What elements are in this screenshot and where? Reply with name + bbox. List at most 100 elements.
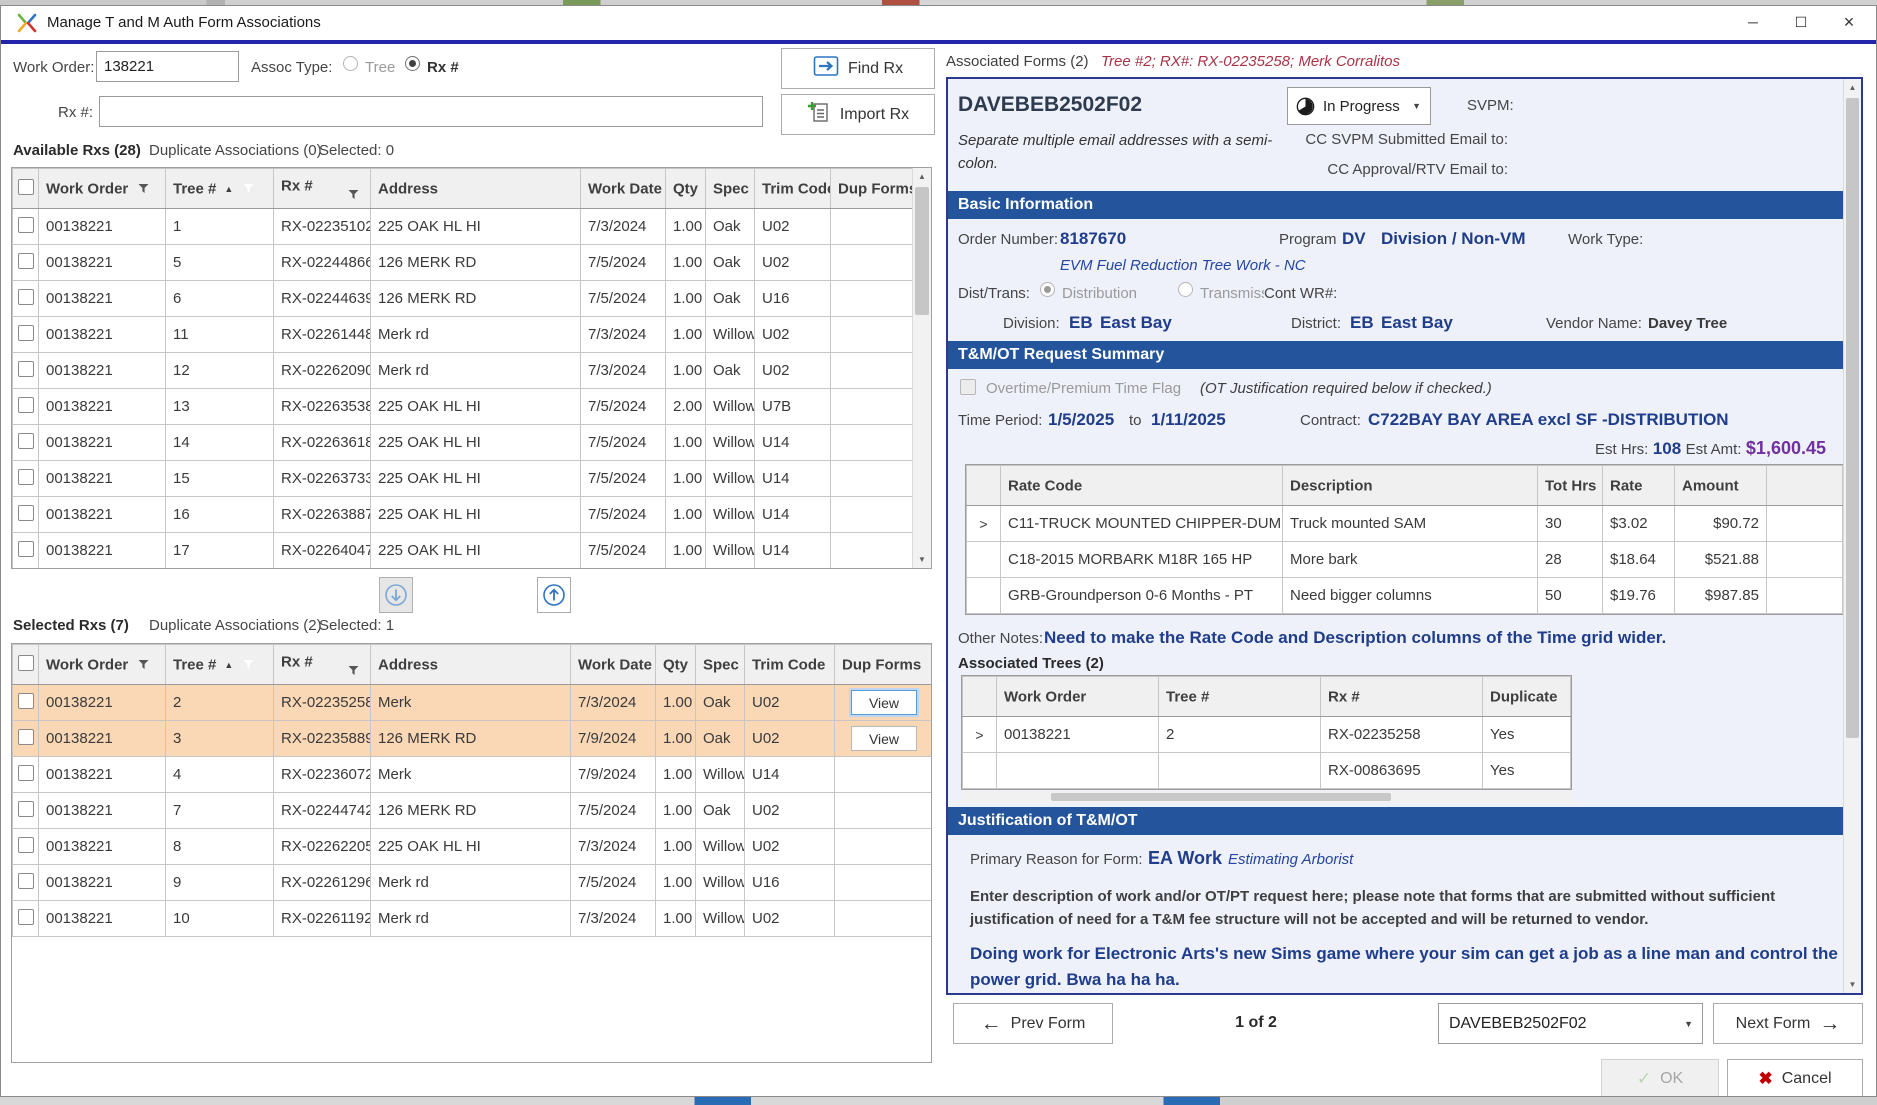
row-checkbox[interactable] (18, 873, 34, 889)
basic-information-header: Basic Information (948, 191, 1844, 219)
table-row[interactable]: 0013822116RX-02263887225 OAK HL HI7/5/20… (13, 497, 916, 533)
ok-button[interactable]: ✓ OK (1601, 1059, 1719, 1097)
table-row[interactable]: GRB-Groundperson 0-6 Months - PTNeed big… (967, 578, 1843, 614)
status-dropdown[interactable]: In Progress ▼ (1287, 87, 1431, 125)
row-checkbox[interactable] (18, 217, 34, 233)
cancel-button[interactable]: ✖ Cancel (1727, 1059, 1863, 1097)
row-checkbox[interactable] (18, 765, 34, 781)
scroll-up-icon[interactable]: ▲ (1844, 79, 1861, 96)
table-row[interactable]: 001382219RX-02261296Merk rd7/5/20241.00W… (13, 865, 933, 901)
trees-horizontal-scrollbar[interactable] (961, 791, 1571, 803)
rx-number-input[interactable] (99, 96, 763, 127)
column-header-tree-[interactable]: Tree #▲ (166, 645, 274, 685)
row-checkbox[interactable] (18, 397, 34, 413)
scrollbar-thumb[interactable] (1846, 98, 1859, 738)
close-button[interactable]: × (1826, 6, 1872, 39)
work-order-input[interactable] (96, 51, 239, 82)
available-scrollbar[interactable]: ▲ ▼ (912, 168, 931, 568)
cell: 10 (166, 901, 274, 937)
form-select-dropdown[interactable]: DAVEBEB2502F02 ▼ (1438, 1003, 1703, 1044)
table-row[interactable]: 001382215RX-02244866126 MERK RD7/5/20241… (13, 245, 916, 281)
scroll-up-icon[interactable]: ▲ (913, 168, 931, 185)
move-up-button[interactable] (537, 577, 571, 613)
row-checkbox[interactable] (18, 505, 34, 521)
panel-scrollbar[interactable]: ▲ ▼ (1843, 79, 1861, 993)
prev-form-button[interactable]: ← Prev Form (953, 1003, 1113, 1044)
row-checkbox[interactable] (18, 433, 34, 449)
column-header-rate-code: Rate Code (1001, 466, 1283, 506)
distribution-radio[interactable] (1040, 282, 1055, 297)
view-button[interactable]: View (851, 726, 917, 751)
row-checkbox[interactable] (18, 801, 34, 817)
row-checkbox[interactable] (18, 253, 34, 269)
row-checkbox[interactable] (18, 837, 34, 853)
table-row[interactable]: 0013822111RX-02261448Merk rd7/3/20241.00… (13, 317, 916, 353)
table-row[interactable]: 001382211RX-02235102225 OAK HL HI7/3/202… (13, 209, 916, 245)
find-rx-button[interactable]: Find Rx (781, 48, 935, 89)
filter-icon[interactable] (348, 665, 359, 676)
select-all-checkbox[interactable] (18, 179, 34, 195)
column-header-work-order[interactable]: Work Order (39, 169, 166, 209)
rx-radio[interactable] (405, 56, 420, 71)
move-down-button[interactable] (379, 577, 413, 613)
table-row[interactable]: 0013822112RX-02262090Merk rd7/3/20241.00… (13, 353, 916, 389)
filter-icon[interactable] (138, 659, 149, 670)
row-checkbox[interactable] (18, 289, 34, 305)
cell (13, 533, 39, 569)
transmission-radio[interactable] (1178, 282, 1193, 297)
select-all-checkbox[interactable] (18, 655, 34, 671)
scrollbar-thumb[interactable] (915, 187, 929, 315)
filter-icon[interactable] (243, 659, 254, 670)
table-row[interactable]: 0013822113RX-02263538225 OAK HL HI7/5/20… (13, 389, 916, 425)
row-checkbox[interactable] (18, 361, 34, 377)
cell: 7/9/2024 (571, 757, 656, 793)
justification-description[interactable]: Doing work for Electronic Arts's new Sim… (970, 941, 1850, 992)
scroll-down-icon[interactable]: ▼ (913, 551, 931, 568)
table-row[interactable]: >001382212RX-02235258Yes (963, 717, 1571, 753)
cell: Willow (706, 317, 755, 353)
scrollbar-thumb[interactable] (1051, 793, 1391, 801)
column-header-rx-[interactable]: Rx # (274, 169, 371, 209)
row-checkbox[interactable] (18, 469, 34, 485)
cell: 126 MERK RD (371, 281, 581, 317)
available-selected-label: Selected: 0 (319, 142, 394, 159)
import-rx-button[interactable]: Import Rx (781, 94, 935, 135)
time-period-to: 1/11/2025 (1151, 410, 1226, 430)
table-row[interactable]: RX-00863695Yes (963, 753, 1571, 789)
table-row[interactable]: 001382213RX-02235889126 MERK RD7/9/20241… (13, 721, 933, 757)
row-checkbox[interactable] (18, 909, 34, 925)
tree-radio[interactable] (343, 56, 358, 71)
filter-icon[interactable] (243, 183, 254, 194)
column-header-address: Address (371, 645, 571, 685)
column-header-tree-[interactable]: Tree #▲ (166, 169, 274, 209)
row-checkbox[interactable] (18, 325, 34, 341)
table-row[interactable]: 001382214RX-02236072Merk7/9/20241.00Will… (13, 757, 933, 793)
minimize-button[interactable]: ─ (1730, 6, 1776, 39)
table-row[interactable]: 001382216RX-02244639126 MERK RD7/5/20241… (13, 281, 916, 317)
maximize-button[interactable]: ☐ (1778, 6, 1824, 39)
filter-icon[interactable] (138, 183, 149, 194)
row-checkbox[interactable] (18, 693, 34, 709)
table-row[interactable]: 0013822114RX-02263618225 OAK HL HI7/5/20… (13, 425, 916, 461)
row-checkbox[interactable] (18, 541, 34, 557)
column-header-work-order[interactable]: Work Order (39, 645, 166, 685)
cell: $19.76 (1603, 578, 1675, 614)
cell: 5 (166, 245, 274, 281)
row-checkbox[interactable] (18, 729, 34, 745)
cell: C11-TRUCK MOUNTED CHIPPER-DUMI (1001, 506, 1283, 542)
filter-icon[interactable] (348, 189, 359, 200)
table-row[interactable]: 0013822117RX-02264047225 OAK HL HI7/5/20… (13, 533, 916, 569)
table-row[interactable]: 001382217RX-02244742126 MERK RD7/5/20241… (13, 793, 933, 829)
scroll-down-icon[interactable]: ▼ (1844, 976, 1861, 993)
table-row[interactable]: C18-2015 MORBARK M18R 165 HPMore bark28$… (967, 542, 1843, 578)
table-row[interactable]: 0013822115RX-02263733225 OAK HL HI7/5/20… (13, 461, 916, 497)
cell (13, 793, 39, 829)
table-row[interactable]: 0013822110RX-02261192Merk rd7/3/20241.00… (13, 901, 933, 937)
column-header-rx-[interactable]: Rx # (274, 645, 371, 685)
view-button[interactable]: View (851, 690, 917, 715)
table-row[interactable]: >C11-TRUCK MOUNTED CHIPPER-DUMITruck mou… (967, 506, 1843, 542)
overtime-flag-checkbox[interactable] (960, 379, 976, 395)
next-form-button[interactable]: Next Form → (1713, 1003, 1863, 1044)
table-row[interactable]: 001382218RX-02262205225 OAK HL HI7/3/202… (13, 829, 933, 865)
table-row[interactable]: 001382212RX-02235258Merk7/3/20241.00OakU… (13, 685, 933, 721)
